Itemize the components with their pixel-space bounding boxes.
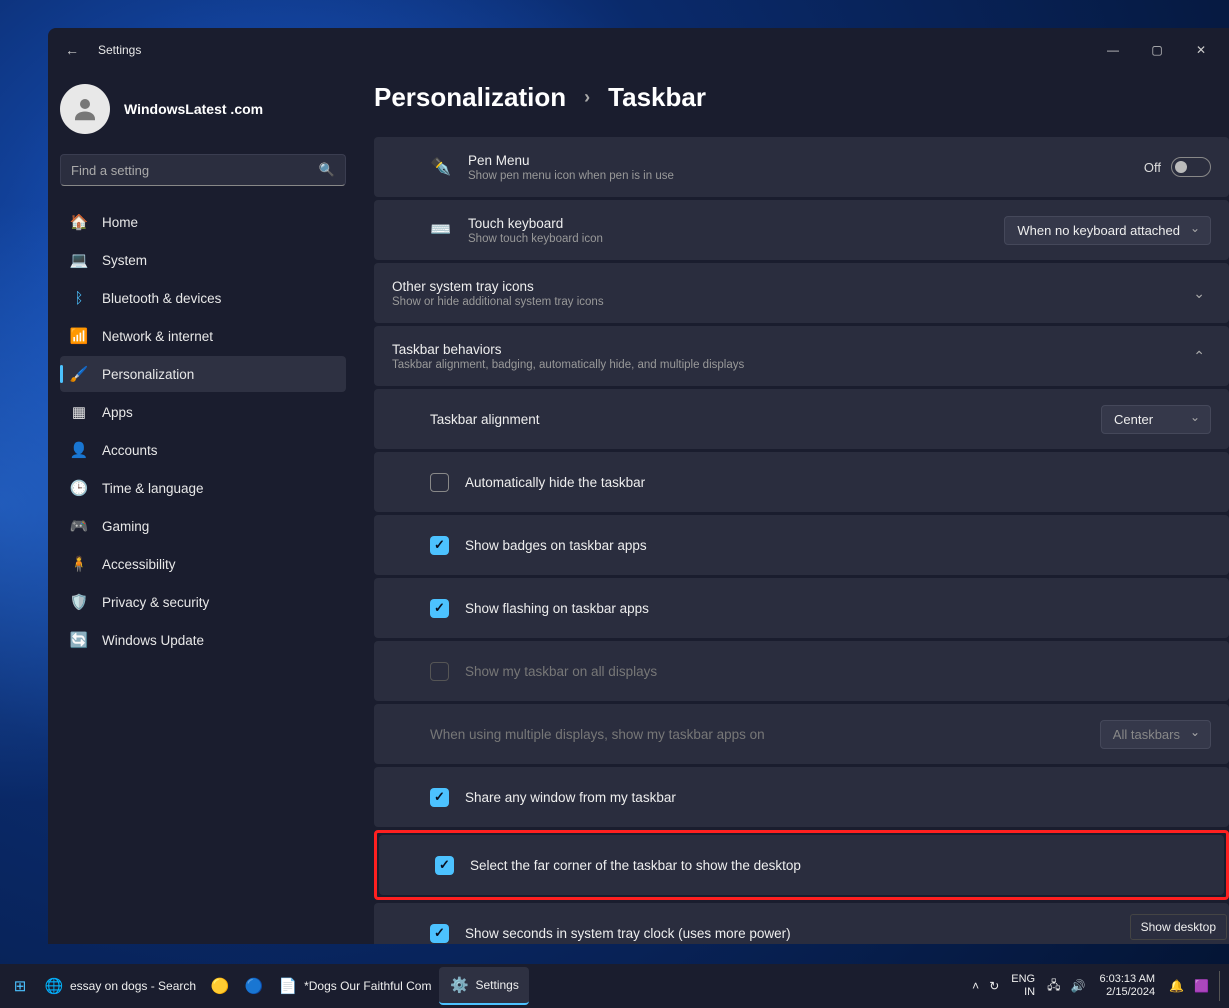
row-show-badges[interactable]: Show badges on taskbar apps	[374, 515, 1229, 575]
chrome-icon: 🔵	[244, 976, 264, 996]
search-box[interactable]: 🔍	[60, 154, 346, 186]
shield-icon: 🛡️	[70, 593, 88, 611]
row-far-corner[interactable]: Select the far corner of the taskbar to …	[379, 835, 1224, 895]
tb-notepad[interactable]: 📄*Dogs Our Faithful Com	[272, 967, 437, 1005]
system-tray: ˄ ↻ ENG IN 🖧 🔊 6:03:13 AM 2/15/2024 🔔 🟪	[972, 971, 1225, 1001]
network-icon[interactable]: 🖧	[1047, 976, 1060, 997]
tb-edge[interactable]: 🌐essay on dogs - Search	[38, 967, 202, 1005]
row-all-displays: Show my taskbar on all displays	[374, 641, 1229, 701]
share-any-checkbox[interactable]	[430, 788, 449, 807]
show-desktop-tooltip: Show desktop	[1130, 914, 1227, 940]
language-indicator[interactable]: ENG IN	[1009, 973, 1037, 999]
flashing-checkbox[interactable]	[430, 599, 449, 618]
volume-icon[interactable]: 🔊	[1070, 979, 1085, 993]
row-show-flashing[interactable]: Show flashing on taskbar apps	[374, 578, 1229, 638]
avatar	[60, 84, 110, 134]
badges-checkbox[interactable]	[430, 536, 449, 555]
nav-system[interactable]: 💻System	[60, 242, 346, 278]
edge-icon: 🌐	[44, 976, 64, 996]
all-displays-checkbox	[430, 662, 449, 681]
nav-network[interactable]: 📶Network & internet	[60, 318, 346, 354]
titlebar: ← Settings — ▢ ✕	[48, 28, 1229, 72]
nav-update[interactable]: 🔄Windows Update	[60, 622, 346, 658]
row-other-tray-icons[interactable]: Other system tray icons Show or hide add…	[374, 263, 1229, 323]
tb-chrome-canary[interactable]: 🟡	[204, 967, 236, 1005]
nav-apps[interactable]: ▦Apps	[60, 394, 346, 430]
nav: 🏠Home 💻System ᛒBluetooth & devices 📶Netw…	[60, 204, 346, 658]
breadcrumb-current: Taskbar	[608, 82, 706, 113]
nav-accessibility[interactable]: 🧍Accessibility	[60, 546, 346, 582]
tb-chrome[interactable]: 🔵	[238, 967, 270, 1005]
breadcrumb: Personalization › Taskbar	[374, 72, 1229, 137]
accessibility-icon: 🧍	[70, 555, 88, 573]
keyboard-icon: ⌨️	[430, 220, 452, 240]
gaming-icon: 🎮	[70, 517, 88, 535]
back-button[interactable]: ←	[54, 42, 90, 58]
breadcrumb-parent[interactable]: Personalization	[374, 82, 566, 113]
apps-icon: ▦	[70, 403, 88, 421]
search-input[interactable]	[71, 163, 319, 178]
notification-icon[interactable]: 🔔	[1169, 979, 1184, 993]
profile[interactable]: WindowsLatest .com	[60, 72, 346, 154]
profile-name: WindowsLatest .com	[124, 101, 263, 117]
row-multi-displays: When using multiple displays, show my ta…	[374, 704, 1229, 764]
nav-gaming[interactable]: 🎮Gaming	[60, 508, 346, 544]
start-button[interactable]: ⊞	[4, 967, 36, 1005]
clock[interactable]: 6:03:13 AM 2/15/2024	[1095, 973, 1159, 999]
window-title: Settings	[98, 43, 141, 57]
taskbar: ⊞ 🌐essay on dogs - Search 🟡 🔵 📄*Dogs Our…	[0, 964, 1229, 1008]
bluetooth-icon: ᛒ	[70, 289, 88, 307]
windows-icon: ⊞	[10, 976, 30, 996]
alignment-dropdown[interactable]: Center	[1101, 405, 1211, 434]
chevron-right-icon: ›	[584, 87, 590, 108]
row-pen-menu[interactable]: ✒️ Pen Menu Show pen menu icon when pen …	[374, 137, 1229, 197]
system-icon: 💻	[70, 251, 88, 269]
update-icon: 🔄	[70, 631, 88, 649]
touch-keyboard-dropdown[interactable]: When no keyboard attached	[1004, 216, 1211, 245]
notepad-icon: 📄	[278, 976, 298, 996]
nav-time[interactable]: 🕒Time & language	[60, 470, 346, 506]
nav-privacy[interactable]: 🛡️Privacy & security	[60, 584, 346, 620]
show-desktop-edge[interactable]	[1219, 971, 1225, 1001]
copilot-icon[interactable]: 🟪	[1194, 979, 1209, 993]
row-touch-keyboard[interactable]: ⌨️ Touch keyboard Show touch keyboard ic…	[374, 200, 1229, 260]
row-show-seconds[interactable]: Show seconds in system tray clock (uses …	[374, 903, 1229, 944]
far-corner-checkbox[interactable]	[435, 856, 454, 875]
sidebar: WindowsLatest .com 🔍 🏠Home 💻System ᛒBlue…	[48, 72, 358, 944]
minimize-button[interactable]: —	[1091, 43, 1135, 57]
chevron-down-icon: ⌄	[1187, 285, 1211, 302]
accounts-icon: 👤	[70, 441, 88, 459]
search-icon: 🔍	[319, 162, 335, 178]
settings-window: ← Settings — ▢ ✕ WindowsLatest .com 🔍 🏠H…	[48, 28, 1229, 944]
row-share-any-window[interactable]: Share any window from my taskbar	[374, 767, 1229, 827]
nav-accounts[interactable]: 👤Accounts	[60, 432, 346, 468]
multi-displays-dropdown: All taskbars	[1100, 720, 1211, 749]
maximize-button[interactable]: ▢	[1135, 43, 1179, 57]
row-taskbar-alignment: Taskbar alignment Center	[374, 389, 1229, 449]
row-taskbar-behaviors[interactable]: Taskbar behaviors Taskbar alignment, bad…	[374, 326, 1229, 386]
paint-icon: 🖌️	[70, 365, 88, 383]
home-icon: 🏠	[70, 213, 88, 231]
seconds-checkbox[interactable]	[430, 924, 449, 943]
tray-chevron-icon[interactable]: ˄	[972, 979, 979, 993]
nav-personalization[interactable]: 🖌️Personalization	[60, 356, 346, 392]
nav-bluetooth[interactable]: ᛒBluetooth & devices	[60, 280, 346, 316]
chevron-up-icon: ⌃	[1187, 348, 1211, 365]
wifi-icon: 📶	[70, 327, 88, 345]
row-auto-hide[interactable]: Automatically hide the taskbar	[374, 452, 1229, 512]
highlight-box: Select the far corner of the taskbar to …	[374, 830, 1229, 900]
auto-hide-checkbox[interactable]	[430, 473, 449, 492]
nav-home[interactable]: 🏠Home	[60, 204, 346, 240]
main-content: Personalization › Taskbar ✒️ Pen Menu Sh…	[358, 72, 1229, 944]
tb-settings[interactable]: ⚙️Settings	[439, 967, 528, 1005]
sync-icon[interactable]: ↻	[989, 979, 999, 993]
clock-icon: 🕒	[70, 479, 88, 497]
pen-icon: ✒️	[430, 157, 452, 177]
gear-icon: ⚙️	[449, 975, 469, 995]
close-button[interactable]: ✕	[1179, 43, 1223, 57]
pen-menu-toggle[interactable]	[1171, 157, 1211, 177]
chrome-canary-icon: 🟡	[210, 976, 230, 996]
